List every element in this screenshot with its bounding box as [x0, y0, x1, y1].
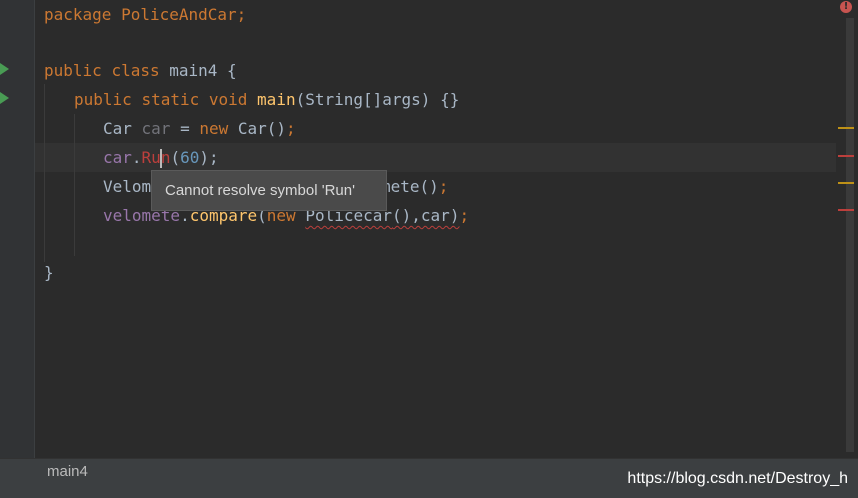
code-area[interactable]: package PoliceAndCar; public class main4…: [44, 0, 834, 458]
code-editor[interactable]: package PoliceAndCar; public class main4…: [0, 0, 858, 498]
code-line-4[interactable]: public static void main(String[]args) {}: [74, 85, 459, 114]
warning-marker[interactable]: [838, 182, 854, 184]
paren: );: [199, 148, 219, 167]
watermark: https://blog.csdn.net/Destroy_h: [627, 470, 848, 487]
paren: (: [170, 148, 181, 167]
operator: =: [170, 119, 200, 138]
code-line-6[interactable]: car.Run(60);: [103, 143, 219, 172]
error-marker[interactable]: [838, 155, 854, 157]
error-indicator-icon[interactable]: !: [840, 1, 852, 13]
package-name: PoliceAndCar;: [121, 5, 247, 24]
keyword: public: [44, 61, 112, 80]
keyword: void: [208, 90, 258, 109]
tooltip-text: Cannot resolve symbol 'Run': [165, 182, 355, 199]
run-main-icon[interactable]: [0, 92, 9, 104]
code-fragment: mete(): [381, 177, 439, 196]
keyword: package: [44, 5, 122, 24]
semicolon: ;: [459, 206, 470, 225]
run-class-icon[interactable]: [0, 63, 9, 75]
editor-gutter[interactable]: [0, 0, 35, 458]
code-line-5[interactable]: Car car = new Car();: [103, 114, 296, 143]
semicolon: ;: [286, 119, 296, 138]
variable: car: [141, 119, 171, 138]
code-line-10[interactable]: }: [44, 258, 54, 287]
code-line-7[interactable]: Velom: [103, 172, 151, 201]
constructor-call: Car(): [237, 119, 287, 138]
error-marker[interactable]: [838, 209, 854, 211]
type-name: Car: [103, 119, 142, 138]
code-line-7-tail[interactable]: mete();: [381, 172, 448, 201]
keyword: class: [111, 61, 170, 80]
brace: }: [44, 263, 54, 282]
unresolved-symbol: n: [160, 148, 171, 167]
keyword: static: [141, 90, 209, 109]
dot: .: [131, 148, 142, 167]
breadcrumb-bar: main4 https://blog.csdn.net/Destroy_h: [0, 458, 858, 498]
number-literal: 60: [180, 148, 200, 167]
semicolon: ;: [438, 177, 449, 196]
keyword: public: [74, 90, 142, 109]
keyword: new: [199, 119, 238, 138]
breadcrumb-item[interactable]: main4: [47, 463, 88, 480]
method-name: main: [257, 90, 296, 109]
error-stripe[interactable]: !: [836, 0, 858, 458]
warning-marker[interactable]: [838, 127, 854, 129]
vertical-scrollbar[interactable]: [846, 18, 854, 452]
code-line-1[interactable]: package PoliceAndCar;: [44, 0, 246, 29]
brace: {: [227, 61, 237, 80]
error-tooltip: Cannot resolve symbol 'Run': [151, 170, 387, 211]
code-line-3[interactable]: public class main4 {: [44, 56, 237, 85]
unresolved-symbol: Ru: [141, 148, 161, 167]
variable: car: [103, 148, 132, 167]
method-params: (String[]args) {}: [295, 90, 460, 109]
method-args: (),car): [392, 206, 460, 225]
class-name: main4: [169, 61, 228, 80]
code-fragment: Velom: [103, 177, 152, 196]
